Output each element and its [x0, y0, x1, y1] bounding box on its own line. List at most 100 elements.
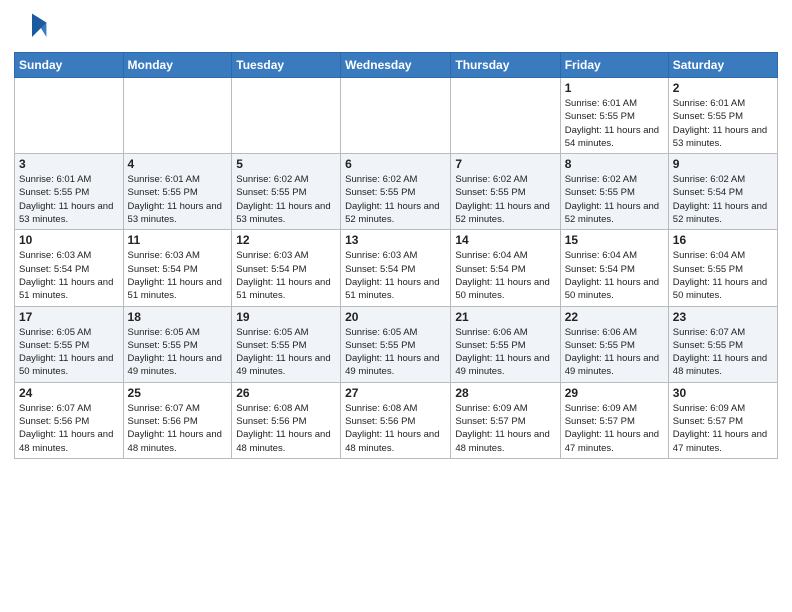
- calendar-cell: [341, 78, 451, 154]
- calendar-cell: 28 Sunrise: 6:09 AM Sunset: 5:57 PM Dayli…: [451, 382, 560, 458]
- day-info: Sunrise: 6:04 AM Sunset: 5:54 PM Dayligh…: [455, 249, 555, 302]
- calendar-header-row: SundayMondayTuesdayWednesdayThursdayFrid…: [15, 53, 778, 78]
- day-number: 23: [673, 310, 773, 324]
- day-number: 1: [565, 81, 664, 95]
- day-info: Sunrise: 6:03 AM Sunset: 5:54 PM Dayligh…: [128, 249, 228, 302]
- day-number: 3: [19, 157, 119, 171]
- day-info: Sunrise: 6:01 AM Sunset: 5:55 PM Dayligh…: [19, 173, 119, 226]
- day-number: 25: [128, 386, 228, 400]
- day-number: 13: [345, 233, 446, 247]
- calendar-cell: 5 Sunrise: 6:02 AM Sunset: 5:55 PM Daylig…: [232, 154, 341, 230]
- calendar-cell: 1 Sunrise: 6:01 AM Sunset: 5:55 PM Daylig…: [560, 78, 668, 154]
- calendar-cell: 18 Sunrise: 6:05 AM Sunset: 5:55 PM Dayli…: [123, 306, 232, 382]
- day-number: 7: [455, 157, 555, 171]
- calendar-cell: 2Sunrise: 6:01 AM Sunset: 5:55 PM Daylig…: [668, 78, 777, 154]
- day-number: 30: [673, 386, 773, 400]
- day-number: 20: [345, 310, 446, 324]
- weekday-header: Saturday: [668, 53, 777, 78]
- day-info: Sunrise: 6:06 AM Sunset: 5:55 PM Dayligh…: [455, 326, 555, 379]
- day-info: Sunrise: 6:02 AM Sunset: 5:54 PM Dayligh…: [673, 173, 773, 226]
- calendar-cell: 8 Sunrise: 6:02 AM Sunset: 5:55 PM Daylig…: [560, 154, 668, 230]
- day-number: 22: [565, 310, 664, 324]
- day-info: Sunrise: 6:03 AM Sunset: 5:54 PM Dayligh…: [345, 249, 446, 302]
- calendar-cell: 22 Sunrise: 6:06 AM Sunset: 5:55 PM Dayli…: [560, 306, 668, 382]
- weekday-header: Monday: [123, 53, 232, 78]
- day-info: Sunrise: 6:05 AM Sunset: 5:55 PM Dayligh…: [128, 326, 228, 379]
- weekday-header: Friday: [560, 53, 668, 78]
- calendar-cell: 12 Sunrise: 6:03 AM Sunset: 5:54 PM Dayli…: [232, 230, 341, 306]
- calendar-cell: 3 Sunrise: 6:01 AM Sunset: 5:55 PM Daylig…: [15, 154, 124, 230]
- calendar-cell: 17 Sunrise: 6:05 AM Sunset: 5:55 PM Dayli…: [15, 306, 124, 382]
- calendar-cell: 4 Sunrise: 6:01 AM Sunset: 5:55 PM Daylig…: [123, 154, 232, 230]
- calendar-table: SundayMondayTuesdayWednesdayThursdayFrid…: [14, 52, 778, 459]
- day-info: Sunrise: 6:01 AM Sunset: 5:55 PM Dayligh…: [673, 97, 773, 150]
- calendar-cell: [232, 78, 341, 154]
- day-number: 16: [673, 233, 773, 247]
- day-number: 18: [128, 310, 228, 324]
- day-number: 28: [455, 386, 555, 400]
- calendar-cell: 30 Sunrise: 6:09 AM Sunset: 5:57 PM Dayli…: [668, 382, 777, 458]
- logo: [14, 10, 54, 46]
- day-info: Sunrise: 6:03 AM Sunset: 5:54 PM Dayligh…: [236, 249, 336, 302]
- calendar-cell: 13 Sunrise: 6:03 AM Sunset: 5:54 PM Dayli…: [341, 230, 451, 306]
- day-info: Sunrise: 6:03 AM Sunset: 5:54 PM Dayligh…: [19, 249, 119, 302]
- day-number: 24: [19, 386, 119, 400]
- calendar-cell: 10 Sunrise: 6:03 AM Sunset: 5:54 PM Dayli…: [15, 230, 124, 306]
- day-number: 4: [128, 157, 228, 171]
- calendar-cell: 11 Sunrise: 6:03 AM Sunset: 5:54 PM Dayli…: [123, 230, 232, 306]
- calendar-cell: 16 Sunrise: 6:04 AM Sunset: 5:55 PM Dayli…: [668, 230, 777, 306]
- day-info: Sunrise: 6:09 AM Sunset: 5:57 PM Dayligh…: [673, 402, 773, 455]
- calendar-cell: 20 Sunrise: 6:05 AM Sunset: 5:55 PM Dayli…: [341, 306, 451, 382]
- calendar-cell: 29Sunrise: 6:09 AM Sunset: 5:57 PM Dayli…: [560, 382, 668, 458]
- day-number: 6: [345, 157, 446, 171]
- calendar-week-row: 24 Sunrise: 6:07 AM Sunset: 5:56 PM Dayli…: [15, 382, 778, 458]
- day-number: 15: [565, 233, 664, 247]
- calendar-cell: 14 Sunrise: 6:04 AM Sunset: 5:54 PM Dayli…: [451, 230, 560, 306]
- day-number: 21: [455, 310, 555, 324]
- day-number: 11: [128, 233, 228, 247]
- calendar-cell: 15Sunrise: 6:04 AM Sunset: 5:54 PM Dayli…: [560, 230, 668, 306]
- day-info: Sunrise: 6:07 AM Sunset: 5:56 PM Dayligh…: [19, 402, 119, 455]
- calendar-cell: [451, 78, 560, 154]
- day-info: Sunrise: 6:01 AM Sunset: 5:55 PM Dayligh…: [565, 97, 664, 150]
- day-info: Sunrise: 6:07 AM Sunset: 5:55 PM Dayligh…: [673, 326, 773, 379]
- calendar-cell: 6 Sunrise: 6:02 AM Sunset: 5:55 PM Daylig…: [341, 154, 451, 230]
- day-number: 10: [19, 233, 119, 247]
- day-info: Sunrise: 6:01 AM Sunset: 5:55 PM Dayligh…: [128, 173, 228, 226]
- weekday-header: Thursday: [451, 53, 560, 78]
- calendar-cell: [123, 78, 232, 154]
- day-number: 27: [345, 386, 446, 400]
- day-number: 12: [236, 233, 336, 247]
- day-info: Sunrise: 6:08 AM Sunset: 5:56 PM Dayligh…: [345, 402, 446, 455]
- day-info: Sunrise: 6:02 AM Sunset: 5:55 PM Dayligh…: [565, 173, 664, 226]
- calendar-cell: 21 Sunrise: 6:06 AM Sunset: 5:55 PM Dayli…: [451, 306, 560, 382]
- calendar-cell: 9Sunrise: 6:02 AM Sunset: 5:54 PM Daylig…: [668, 154, 777, 230]
- calendar-week-row: 3 Sunrise: 6:01 AM Sunset: 5:55 PM Daylig…: [15, 154, 778, 230]
- calendar-week-row: 1 Sunrise: 6:01 AM Sunset: 5:55 PM Daylig…: [15, 78, 778, 154]
- calendar-cell: 25 Sunrise: 6:07 AM Sunset: 5:56 PM Dayli…: [123, 382, 232, 458]
- calendar-page: SundayMondayTuesdayWednesdayThursdayFrid…: [0, 0, 792, 612]
- day-info: Sunrise: 6:02 AM Sunset: 5:55 PM Dayligh…: [236, 173, 336, 226]
- calendar-week-row: 10 Sunrise: 6:03 AM Sunset: 5:54 PM Dayli…: [15, 230, 778, 306]
- calendar-week-row: 17 Sunrise: 6:05 AM Sunset: 5:55 PM Dayli…: [15, 306, 778, 382]
- day-info: Sunrise: 6:05 AM Sunset: 5:55 PM Dayligh…: [19, 326, 119, 379]
- day-number: 26: [236, 386, 336, 400]
- day-info: Sunrise: 6:07 AM Sunset: 5:56 PM Dayligh…: [128, 402, 228, 455]
- calendar-cell: 27 Sunrise: 6:08 AM Sunset: 5:56 PM Dayli…: [341, 382, 451, 458]
- day-number: 17: [19, 310, 119, 324]
- calendar-cell: 7 Sunrise: 6:02 AM Sunset: 5:55 PM Daylig…: [451, 154, 560, 230]
- day-number: 8: [565, 157, 664, 171]
- day-info: Sunrise: 6:02 AM Sunset: 5:55 PM Dayligh…: [345, 173, 446, 226]
- day-info: Sunrise: 6:05 AM Sunset: 5:55 PM Dayligh…: [345, 326, 446, 379]
- day-number: 5: [236, 157, 336, 171]
- day-info: Sunrise: 6:04 AM Sunset: 5:55 PM Dayligh…: [673, 249, 773, 302]
- day-info: Sunrise: 6:09 AM Sunset: 5:57 PM Dayligh…: [565, 402, 664, 455]
- day-info: Sunrise: 6:06 AM Sunset: 5:55 PM Dayligh…: [565, 326, 664, 379]
- day-info: Sunrise: 6:09 AM Sunset: 5:57 PM Dayligh…: [455, 402, 555, 455]
- day-number: 14: [455, 233, 555, 247]
- weekday-header: Tuesday: [232, 53, 341, 78]
- day-info: Sunrise: 6:02 AM Sunset: 5:55 PM Dayligh…: [455, 173, 555, 226]
- calendar-cell: [15, 78, 124, 154]
- weekday-header: Wednesday: [341, 53, 451, 78]
- day-info: Sunrise: 6:05 AM Sunset: 5:55 PM Dayligh…: [236, 326, 336, 379]
